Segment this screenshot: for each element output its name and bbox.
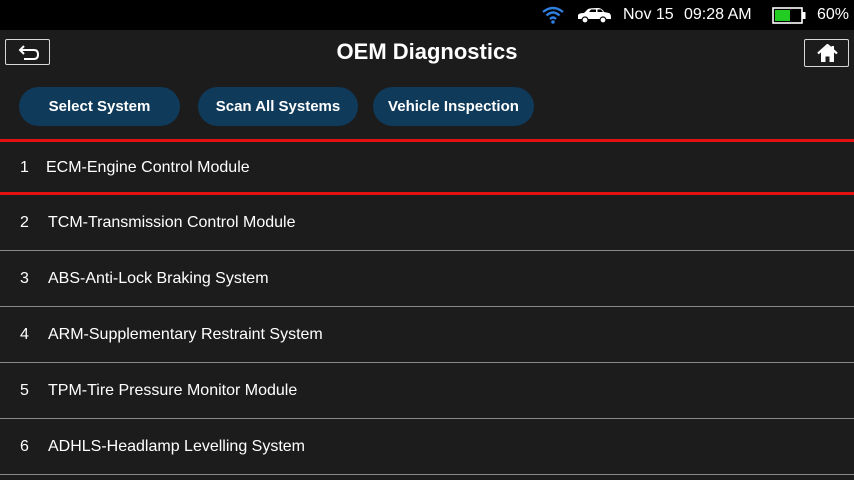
battery-percent: 60% [817,6,850,23]
list-item-label: ADHLS-Headlamp Levelling System [48,438,305,455]
car-icon [578,8,611,24]
list-item-number: 5 [20,382,29,399]
status-bar: Nov 15 09:28 AM 60% [0,0,854,30]
list-item-number: 6 [20,438,29,455]
page-title: OEM Diagnostics [336,39,518,64]
tab-select-system[interactable]: Select System [19,87,180,126]
tab-scan-all-systems[interactable]: Scan All Systems [198,87,358,126]
list-item-number: 2 [20,214,29,231]
list-item[interactable]: 3 ABS-Anti-Lock Braking System [0,251,854,307]
wifi-icon [542,6,564,24]
list-item[interactable]: 5 TPM-Tire Pressure Monitor Module [0,363,854,419]
status-date: Nov 15 [623,6,674,23]
list-item-label: TPM-Tire Pressure Monitor Module [48,382,298,399]
list-item[interactable]: 4 ARM-Supplementary Restraint System [0,307,854,363]
tab-vehicle-inspection[interactable]: Vehicle Inspection [373,87,534,126]
battery-icon [772,7,806,24]
list-item-label: ARM-Supplementary Restraint System [48,326,323,343]
list-item-number: 4 [20,326,29,343]
list-item-label: ABS-Anti-Lock Braking System [48,270,269,287]
home-icon [817,44,838,62]
list-item-label: TCM-Transmission Control Module [48,214,296,231]
title-bar: OEM Diagnostics [0,30,854,75]
list-item-label: ECM-Engine Control Module [46,159,250,176]
tab-bar: Select System Scan All Systems Vehicle I… [0,75,854,139]
home-button[interactable] [804,39,849,67]
list-item[interactable]: 1 ECM-Engine Control Module [0,139,854,195]
system-list: 1 ECM-Engine Control Module 2 TCM-Transm… [0,139,854,480]
list-item-number: 3 [20,270,29,287]
status-time: 09:28 AM [684,6,752,23]
list-item[interactable]: 6 ADHLS-Headlamp Levelling System [0,419,854,475]
list-item[interactable]: 2 TCM-Transmission Control Module [0,195,854,251]
list-item-number: 1 [20,159,29,176]
